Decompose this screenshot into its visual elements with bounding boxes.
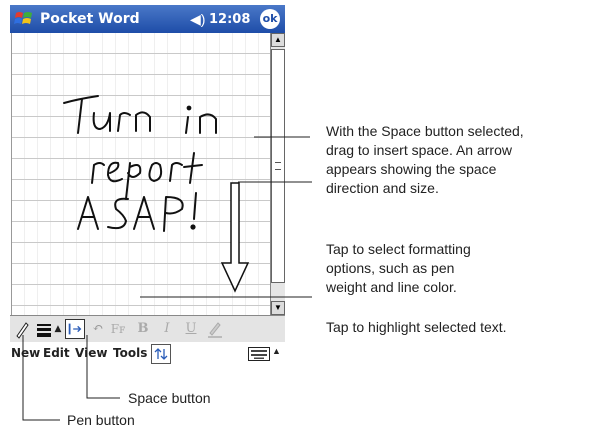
callout-line: With the Space button selected, [326, 123, 524, 139]
handwritten-note[interactable] [12, 33, 270, 315]
pocket-pc-screen: Pocket Word ◀) 12:08 ok ▲ ▼ ▲ ↶ Fꜰ B I U… [10, 5, 285, 366]
input-panel-arrow-icon[interactable]: ▲ [272, 346, 281, 356]
menu-new[interactable]: New [11, 346, 40, 360]
ok-button[interactable]: ok [260, 9, 280, 29]
pen-weight-icon[interactable] [36, 319, 52, 339]
menu-tools[interactable]: Tools [113, 346, 147, 360]
keyboard-icon[interactable] [248, 347, 270, 361]
app-title: Pocket Word [40, 11, 140, 27]
callout-line: appears showing the space [326, 161, 497, 177]
pen-button-callout: Pen button [67, 412, 135, 428]
scroll-down-button[interactable]: ▼ [271, 301, 285, 315]
pen-icon[interactable] [14, 319, 30, 339]
space-direction-arrow [220, 182, 250, 293]
callout-line: options, such as pen [326, 260, 455, 276]
undo-icon[interactable]: ↶ [90, 319, 106, 339]
space-icon[interactable] [65, 319, 85, 339]
vertical-scrollbar[interactable]: ▲ ▼ [270, 33, 285, 315]
space-drag-callout: With the Space button selected, drag to … [326, 122, 596, 198]
callout-line: weight and line color. [326, 279, 457, 295]
callout-line: direction and size. [326, 180, 439, 196]
callout-line: Tap to select formatting [326, 241, 471, 257]
highlight-callout: Tap to highlight selected text. [326, 319, 507, 335]
underline-button[interactable]: U [184, 319, 198, 339]
scroll-up-button[interactable]: ▲ [271, 33, 285, 47]
thumb-grip-icon [275, 162, 281, 170]
windows-start-icon[interactable] [13, 9, 34, 29]
formatting-callout: Tap to select formatting options, such a… [326, 240, 596, 297]
document-area[interactable] [11, 33, 270, 315]
menu-view[interactable]: View [75, 346, 107, 360]
callout-line: drag to insert space. An arrow [326, 142, 512, 158]
speaker-icon[interactable]: ◀) [190, 11, 205, 28]
menu-bar: New Edit View Tools ▲ [10, 342, 285, 366]
menu-edit[interactable]: Edit [43, 346, 70, 360]
formatting-toolbar: ▲ ↶ Fꜰ B I U [10, 315, 285, 343]
pen-weight-dropdown-icon[interactable]: ▲ [53, 319, 63, 339]
bold-button[interactable]: B [136, 319, 150, 339]
space-button-callout: Space button [128, 390, 211, 406]
font-size-icon[interactable]: Fꜰ [110, 319, 126, 339]
title-bar: Pocket Word ◀) 12:08 ok [10, 5, 285, 33]
highlight-icon[interactable] [206, 319, 224, 339]
scroll-thumb[interactable] [271, 49, 285, 283]
italic-button[interactable]: I [160, 319, 174, 339]
up-down-arrows-icon[interactable] [151, 344, 171, 364]
clock[interactable]: 12:08 [209, 12, 250, 27]
